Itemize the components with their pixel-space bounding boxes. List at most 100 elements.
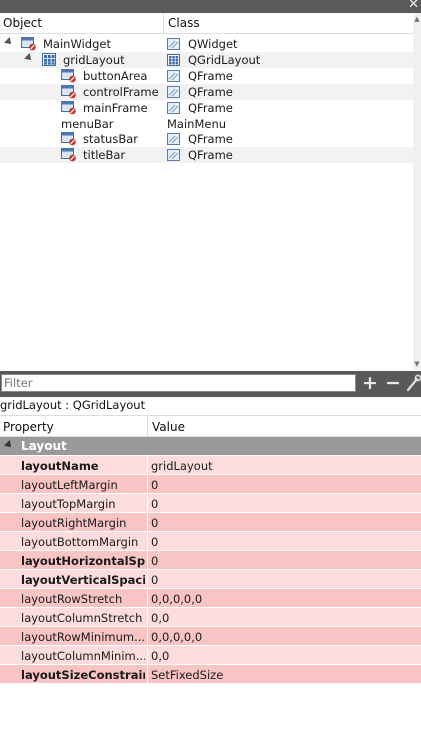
tree-row-menubar[interactable]: menuBar MainMenu [0,116,413,132]
property-row-layoutrowminimumheight[interactable]: layoutRowMinimum... 0,0,0,0,0 [0,627,421,646]
tree-row-titlebar[interactable]: titleBar QFrame [0,147,413,163]
tree-item-class: QFrame [188,132,233,146]
property-value[interactable]: 0 [151,478,158,492]
widget-class-icon [167,38,180,50]
tree-row-controlframe[interactable]: controlFrame QFrame [0,84,413,100]
column-divider [147,513,148,532]
column-divider [147,570,148,589]
property-row-layoutleftmargin[interactable]: layoutLeftMargin 0 [0,475,421,494]
property-name: layoutTopMargin [21,497,116,511]
scroll-up-icon[interactable]: ▲ [413,15,421,23]
column-divider [147,665,148,684]
close-icon[interactable]: ✕ [408,0,419,13]
property-value[interactable]: gridLayout [151,459,213,473]
selected-object-label: gridLayout : QGridLayout [0,398,146,412]
add-property-button[interactable]: + [362,372,378,394]
property-value[interactable]: 0,0,0,0,0 [151,592,202,606]
grid-layout-class-icon [167,54,180,66]
remove-property-button[interactable]: − [385,372,401,394]
tree-row-statusbar[interactable]: statusBar QFrame [0,131,413,147]
property-name: layoutHorizontalSpa... [21,554,145,568]
property-name: layoutRowStretch [21,592,123,606]
tree-item-class: QWidget [188,37,238,51]
property-row-layoutsizeconstraint[interactable]: layoutSizeConstraint SetFixedSize [0,665,421,684]
frame-class-icon [167,149,180,161]
property-row-layoutcolumnminimumwidth[interactable]: layoutColumnMinim... 0,0 [0,646,421,665]
property-value[interactable]: 0,0 [151,611,169,625]
column-divider [147,551,148,570]
tree-row-gridlayout[interactable]: gridLayout QGridLayout [0,52,413,68]
column-header-object[interactable]: Object [3,16,42,30]
tree-item-label: statusBar [83,132,139,146]
object-inspector-header: Object Class [0,13,413,34]
property-name: layoutBottomMargin [21,535,139,549]
property-row-layoutrightmargin[interactable]: layoutRightMargin 0 [0,513,421,532]
frame-icon [61,132,76,146]
property-name: layoutSizeConstraint [21,668,145,682]
tree-item-class: QGridLayout [188,53,261,67]
tree-item-class: QFrame [188,69,233,83]
column-header-property[interactable]: Property [3,420,54,434]
property-row-layouttopmargin[interactable]: layoutTopMargin 0 [0,494,421,513]
frame-icon [61,69,76,83]
tree-item-label: buttonArea [83,69,148,83]
column-divider[interactable] [147,416,148,437]
tree-item-label: menuBar [61,117,114,131]
tree-row-mainwidget[interactable]: MainWidget QWidget [0,36,413,52]
property-value[interactable]: 0 [151,535,158,549]
frame-icon [61,85,76,99]
property-value[interactable]: 0 [151,573,158,587]
property-name: layoutVerticalSpacing [21,573,145,587]
widget-icon [21,37,36,51]
column-divider [147,646,148,665]
column-header-value[interactable]: Value [152,420,185,434]
property-name: layoutRowMinimum... [21,630,145,644]
property-row-layouthorizontalspacing[interactable]: layoutHorizontalSpa... 0 [0,551,421,570]
tree-item-class: QFrame [188,148,233,162]
column-divider [147,494,148,513]
property-row-layoutbottommargin[interactable]: layoutBottomMargin 0 [0,532,421,551]
property-name: layoutColumnStretch [21,611,143,625]
tree-item-label: mainFrame [83,101,148,115]
column-divider [147,608,148,627]
property-row-layoutverticalspacing[interactable]: layoutVerticalSpacing 0 [0,570,421,589]
property-value[interactable]: 0,0 [151,649,169,663]
expand-arrow-icon[interactable] [4,37,14,47]
frame-icon [61,101,76,115]
property-value[interactable]: 0 [151,516,158,530]
property-value[interactable]: 0,0,0,0,0 [151,630,202,644]
property-name: layoutName [21,459,99,473]
tree-item-class: QFrame [188,101,233,115]
vertical-scrollbar[interactable] [413,13,421,370]
column-divider [147,456,148,475]
tree-item-class: QFrame [188,85,233,99]
property-row-layoutcolumnstretch[interactable]: layoutColumnStretch 0,0 [0,608,421,627]
tree-item-class: MainMenu [167,117,227,131]
tree-item-label: controlFrame [83,85,159,99]
tree-item-label: gridLayout [63,53,125,67]
title-bar [0,0,421,13]
property-name: layoutLeftMargin [21,478,118,492]
column-divider[interactable] [163,13,164,33]
property-row-layoutname[interactable]: layoutName gridLayout [0,456,421,475]
column-divider [147,627,148,646]
scroll-down-icon[interactable]: ▼ [413,360,421,368]
property-row-layoutrowstretch[interactable]: layoutRowStretch 0,0,0,0,0 [0,589,421,608]
expand-arrow-icon[interactable] [24,53,34,63]
tree-row-mainframe[interactable]: mainFrame QFrame [0,100,413,116]
property-value[interactable]: 0 [151,554,158,568]
wrench-icon[interactable] [406,374,421,392]
property-value[interactable]: 0 [151,497,158,511]
property-group-label: Layout [21,439,67,453]
frame-class-icon [167,86,180,98]
column-divider [147,475,148,494]
frame-class-icon [167,133,180,145]
column-header-class[interactable]: Class [168,16,200,30]
frame-icon [61,148,76,162]
tree-row-buttonarea[interactable]: buttonArea QFrame [0,68,413,84]
frame-class-icon [167,70,180,82]
property-name: layoutRightMargin [21,516,127,530]
property-value[interactable]: SetFixedSize [151,668,223,682]
filter-input[interactable] [1,374,356,392]
tree-item-label: MainWidget [43,37,111,51]
